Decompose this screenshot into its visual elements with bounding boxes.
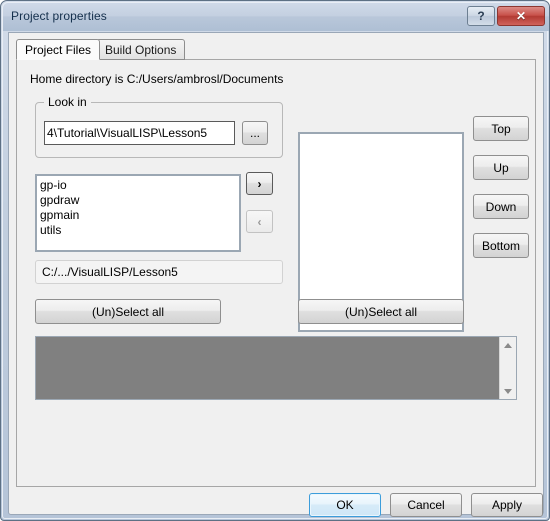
scroll-down-icon[interactable] [500, 383, 516, 399]
output-scrollbar[interactable] [499, 337, 516, 399]
move-up-button[interactable]: Up [473, 155, 529, 180]
dialog-window: Project properties ? ✕ Project Files Bui… [0, 0, 550, 521]
move-to-top-button[interactable]: Top [473, 116, 529, 141]
triangle-up-glyph [504, 342, 512, 348]
tab-project-files[interactable]: Project Files [16, 39, 101, 60]
select-all-target-button[interactable]: (Un)Select all [298, 299, 464, 324]
move-to-bottom-button[interactable]: Bottom [473, 233, 529, 258]
title-bar[interactable]: Project properties ? ✕ [3, 3, 549, 31]
dialog-client-area: Project Files Build Options Home directo… [8, 32, 544, 517]
tab-panel-project-files: Home directory is C:/Users/ambrosl/Docum… [16, 59, 536, 487]
select-all-source-button[interactable]: (Un)Select all [35, 299, 221, 324]
browse-button[interactable]: ... [242, 121, 268, 145]
output-pane [35, 336, 517, 400]
triangle-down-glyph [504, 388, 512, 394]
output-text-area[interactable] [36, 337, 500, 399]
list-item[interactable]: utils [40, 223, 239, 238]
look-in-group: Look in ... [35, 95, 283, 158]
source-file-list[interactable]: gp-io gpdraw gpmain utils [35, 174, 241, 252]
tab-build-options[interactable]: Build Options [96, 39, 186, 60]
home-directory-label: Home directory is C:/Users/ambrosl/Docum… [30, 72, 284, 86]
move-left-icon[interactable]: ‹ [246, 210, 273, 233]
look-in-input[interactable] [44, 121, 235, 145]
look-in-legend: Look in [44, 95, 91, 109]
help-icon[interactable]: ? [467, 6, 495, 26]
scroll-up-icon[interactable] [500, 337, 516, 353]
apply-button[interactable]: Apply [471, 493, 543, 517]
ok-button[interactable]: OK [309, 493, 381, 517]
move-down-button[interactable]: Down [473, 194, 529, 219]
cancel-button[interactable]: Cancel [390, 493, 462, 517]
window-title: Project properties [11, 9, 107, 23]
list-item[interactable]: gpmain [40, 208, 239, 223]
move-right-icon[interactable]: › [246, 172, 273, 195]
list-item[interactable]: gp-io [40, 178, 239, 193]
source-path-label: C:/.../VisualLISP/Lesson5 [35, 260, 283, 284]
list-item[interactable]: gpdraw [40, 193, 239, 208]
close-icon[interactable]: ✕ [497, 6, 545, 26]
